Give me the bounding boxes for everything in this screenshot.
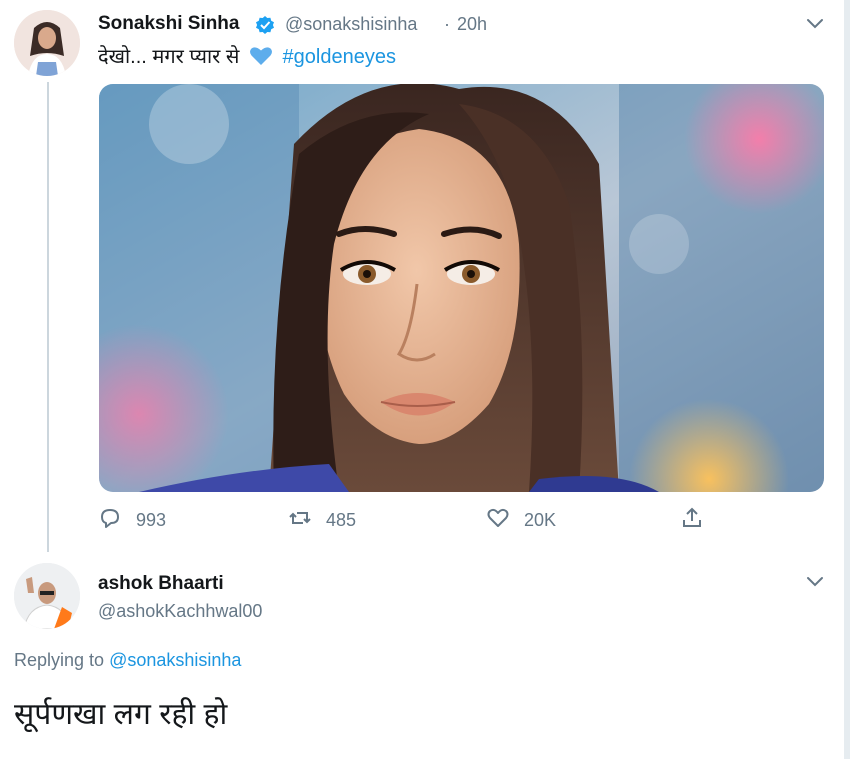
replying-to-handle-link[interactable]: @sonakshisinha — [109, 650, 241, 670]
share-action[interactable] — [680, 506, 704, 535]
chevron-down-icon[interactable] — [804, 570, 826, 592]
retweet-icon — [288, 506, 312, 535]
tweet-text-body: देखो... मगर प्यार से — [98, 46, 240, 68]
retweet-action[interactable]: 485 — [288, 506, 356, 535]
tweet-actions: 993 485 20K — [98, 506, 718, 538]
reply-text: सूर्पणखा लग रही हो — [14, 698, 228, 731]
replying-to-label: Replying to — [14, 650, 105, 670]
author-avatar[interactable] — [14, 10, 80, 76]
reply-action[interactable]: 993 — [98, 506, 166, 535]
like-action[interactable]: 20K — [486, 506, 556, 535]
retweet-count: 485 — [326, 510, 357, 530]
reply-author-avatar[interactable] — [14, 563, 80, 629]
heart-icon — [486, 506, 510, 535]
blue-heart-emoji — [249, 46, 273, 66]
share-icon — [680, 506, 704, 535]
like-count: 20K — [524, 510, 557, 530]
tweet-timestamp[interactable]: 20h — [457, 14, 487, 35]
verified-badge-icon — [255, 15, 275, 35]
replying-to-line: Replying to @sonakshisinha — [14, 650, 241, 671]
thread-connector-line — [47, 82, 49, 552]
reply-count: 993 — [136, 510, 167, 530]
time-separator: · — [444, 14, 450, 34]
author-handle[interactable]: @sonakshisinha — [285, 14, 417, 35]
chevron-down-icon[interactable] — [804, 12, 826, 34]
tweet-thread: Sonakshi Sinha @sonakshisinha · 20h देखो… — [0, 0, 850, 759]
hashtag-link[interactable]: #goldeneyes — [283, 46, 396, 68]
tweet-text: देखो... मगर प्यार से #goldeneyes — [98, 42, 396, 69]
reply-icon — [98, 506, 122, 535]
reply-author-name[interactable]: ashok Bhaarti — [98, 573, 224, 595]
reply-author-handle[interactable]: @ashokKachhwal00 — [98, 601, 262, 622]
author-name[interactable]: Sonakshi Sinha — [98, 13, 239, 35]
scrollbar-track[interactable] — [844, 0, 850, 759]
tweet-media-image[interactable] — [99, 84, 824, 492]
